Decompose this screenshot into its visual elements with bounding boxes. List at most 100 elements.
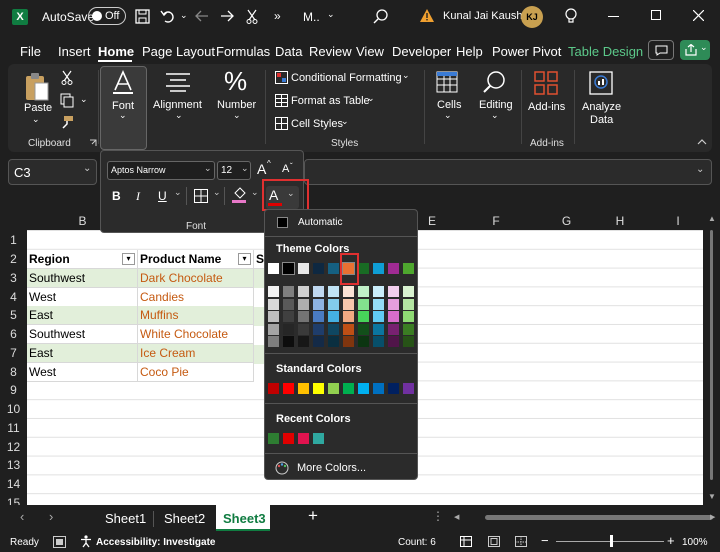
theme-shade-swatch[interactable] [373,298,384,310]
theme-shade-swatch[interactable] [283,323,294,335]
row-header[interactable]: 14 [0,475,27,494]
table-cell[interactable]: East [27,344,138,363]
table-cell[interactable]: West [27,363,138,382]
recent-color-swatch[interactable] [298,433,309,444]
automatic-color-option[interactable]: Automatic [267,212,415,232]
standard-color-swatch[interactable] [358,383,369,394]
row-header[interactable]: 7 [0,344,27,363]
theme-shade-swatch[interactable] [313,323,324,335]
theme-shade-swatch[interactable] [403,298,414,310]
standard-color-swatch[interactable] [373,383,384,394]
font-name-select[interactable]: Aptos Narrow ⌄ [107,161,215,180]
theme-shade-swatch[interactable] [313,336,324,347]
bold-button[interactable]: B [112,189,121,203]
name-box[interactable]: C3 ⌄ [8,159,97,185]
standard-color-swatch[interactable] [388,383,399,394]
theme-shade-swatch[interactable] [298,323,309,335]
editing-search-icon[interactable] [482,70,506,94]
page-layout-view-icon[interactable] [488,536,500,547]
theme-shade-swatch[interactable] [328,286,339,297]
format-painter-icon[interactable] [60,115,74,129]
theme-shade-swatch[interactable] [268,323,279,335]
recent-color-swatch[interactable] [268,433,279,444]
menu-home[interactable]: Home [98,44,134,59]
warning-icon[interactable] [420,9,434,22]
next-sheet-icon[interactable]: › [49,509,53,524]
hscroll-right-icon[interactable]: ▶ [710,513,715,521]
standard-color-swatch[interactable] [313,383,324,394]
recent-color-swatch[interactable] [313,433,324,444]
underline-button[interactable]: U [158,189,167,203]
table-cell[interactable]: White Chocolate [138,325,254,344]
analyze-data-label-1[interactable]: Analyze [582,101,621,113]
theme-shade-swatch[interactable] [298,336,309,347]
dialog-launcher-icon[interactable] [89,139,97,147]
row-header[interactable]: 11 [0,419,27,438]
theme-shade-swatch[interactable] [388,286,399,297]
theme-shade-swatch[interactable] [298,286,309,297]
theme-shade-swatch[interactable] [313,311,324,322]
table-cell[interactable]: Southwest [27,269,138,288]
row-header[interactable]: 5 [0,306,27,325]
vertical-scrollbar[interactable]: ▲ ▼ [703,212,720,505]
theme-shade-swatch[interactable] [328,298,339,310]
tab-options-icon[interactable]: ⋮ [432,509,444,523]
theme-shade-swatch[interactable] [343,286,354,297]
theme-shade-swatch[interactable] [403,323,414,335]
column-header-g[interactable]: G [546,212,587,230]
cut-icon[interactable] [61,70,73,85]
hscroll-left-icon[interactable]: ◀ [454,513,459,521]
theme-shade-swatch[interactable] [358,323,369,335]
theme-shade-swatch[interactable] [328,311,339,322]
cut-icon[interactable] [246,9,258,24]
theme-shade-swatch[interactable] [373,286,384,297]
borders-dropdown-icon[interactable]: ⌄ [213,187,221,198]
theme-shade-swatch[interactable] [283,298,294,310]
theme-color-swatch[interactable] [328,263,339,274]
previous-sheet-icon[interactable]: ‹ [20,509,24,524]
percent-icon[interactable]: % [224,66,247,97]
theme-shade-swatch[interactable] [403,311,414,322]
theme-shade-swatch[interactable] [343,323,354,335]
name-box-dropdown-icon[interactable]: ⌄ [83,163,91,174]
close-icon[interactable] [693,10,704,21]
cell-styles-dropdown-icon[interactable]: ⌄ [341,116,349,127]
row-header[interactable]: 10 [0,400,27,419]
share-button[interactable]: ⌄ [680,40,710,60]
row-header[interactable]: 1 [0,231,27,250]
row-header[interactable]: 8 [0,363,27,382]
search-icon[interactable] [373,9,388,24]
menu-review[interactable]: Review [309,44,352,59]
select-all-corner[interactable] [0,212,27,230]
alignment-icon[interactable] [166,72,190,92]
row-header[interactable]: 13 [0,456,27,475]
conditional-formatting-dropdown-icon[interactable]: ⌄ [402,70,410,81]
theme-shade-swatch[interactable] [343,336,354,347]
theme-shade-swatch[interactable] [313,286,324,297]
theme-shade-swatch[interactable] [388,311,399,322]
paste-dropdown-icon[interactable]: ⌄ [32,114,40,125]
menu-table-design[interactable]: Table Design [568,44,643,59]
italic-button[interactable]: I [136,189,140,204]
theme-shade-swatch[interactable] [373,336,384,347]
format-as-table-icon[interactable] [275,94,288,107]
theme-shade-swatch[interactable] [268,311,279,322]
menu-insert[interactable]: Insert [58,44,91,59]
format-as-table-label[interactable]: Format as Table [291,95,370,107]
column-header-f[interactable]: F [446,212,546,230]
normal-view-icon[interactable] [460,536,472,547]
paste-label[interactable]: Paste [24,102,52,114]
alignment-dropdown-icon[interactable]: ⌄ [175,110,183,121]
row-header[interactable]: 12 [0,438,27,457]
table-cell[interactable]: Dark Chocolate [138,269,254,288]
font-size-dropdown-icon[interactable]: ⌄ [241,163,249,174]
column-header-e[interactable]: E [418,212,446,230]
theme-shade-swatch[interactable] [358,336,369,347]
theme-shade-swatch[interactable] [358,286,369,297]
page-break-view-icon[interactable] [515,536,527,547]
font-name-dropdown-icon[interactable]: ⌄ [204,163,212,174]
analyze-data-icon[interactable] [589,71,613,95]
accessibility-icon[interactable] [80,535,92,548]
theme-shade-swatch[interactable] [343,298,354,310]
row-header[interactable]: 3 [0,269,27,288]
